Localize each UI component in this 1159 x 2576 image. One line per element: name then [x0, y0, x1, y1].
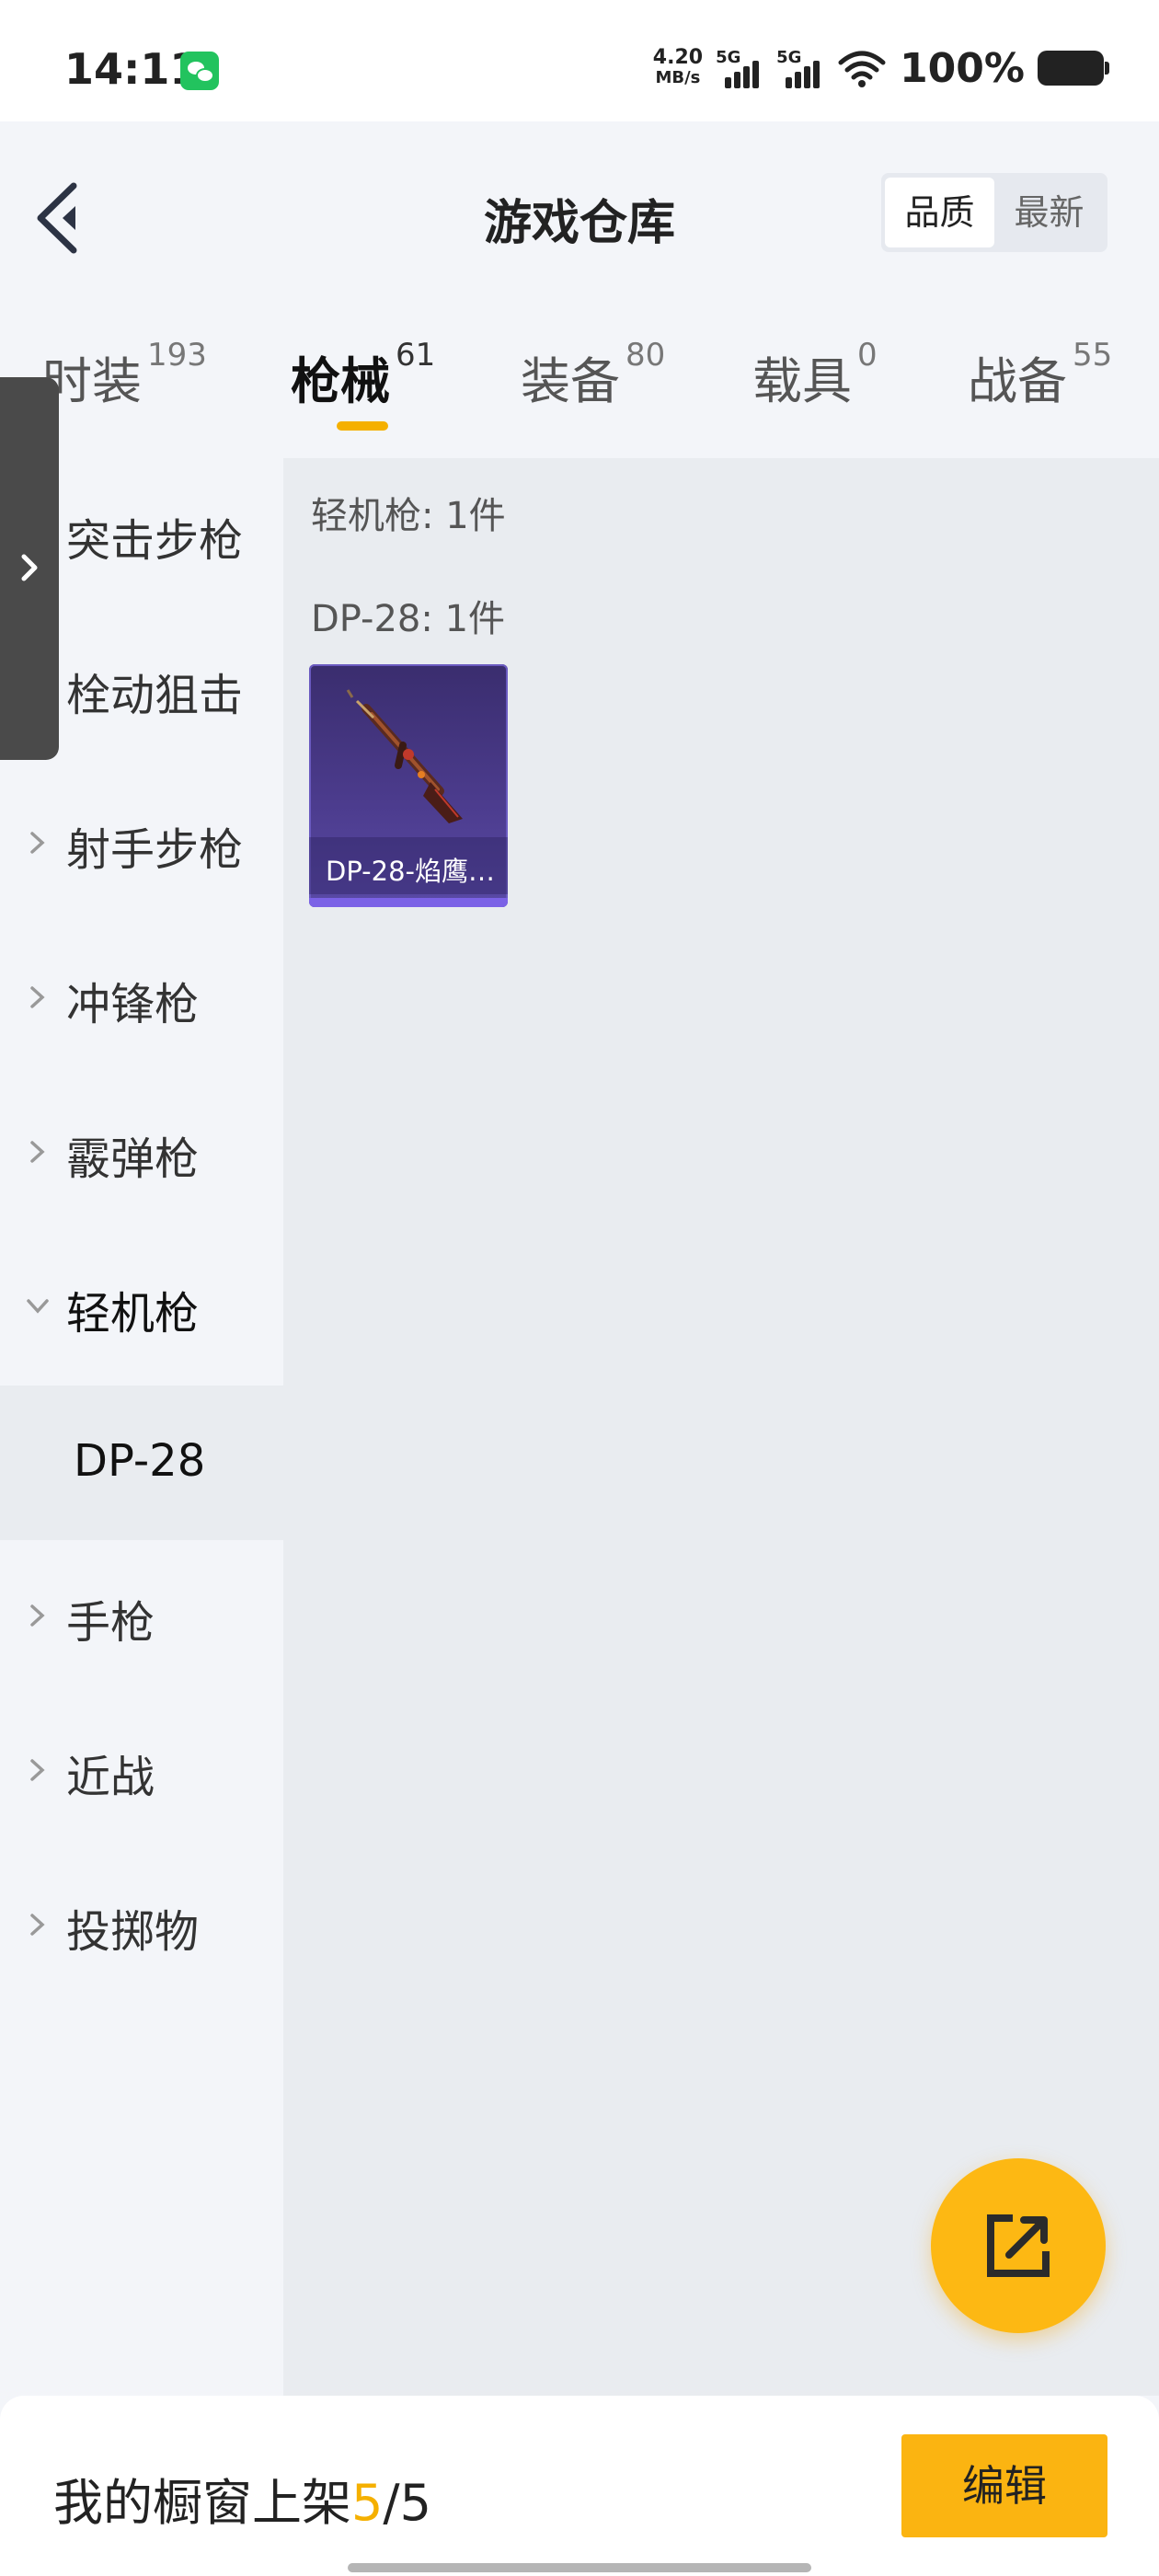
sidebar-subitem-label: DP-28	[74, 1435, 206, 1487]
subgroup-count-label: DP-28: 1件	[311, 598, 506, 640]
sidebar-subitem-dp28[interactable]: DP-28	[0, 1386, 283, 1540]
item-grid-area: 轻机枪: 1件 DP-28: 1件 DP-28-焰鹰…	[283, 458, 1159, 2396]
header: 游戏仓库 品质 最新	[0, 121, 1159, 305]
tab-count: 61	[396, 337, 436, 374]
sidebar-item-shotgun[interactable]: 霰弹枪	[0, 1076, 283, 1231]
rarity-bar	[309, 898, 508, 907]
sidebar-item-melee[interactable]: 近战	[0, 1695, 283, 1849]
showcase-current: 5	[351, 2474, 384, 2532]
tab-count: 0	[857, 337, 878, 374]
status-bar: 14:11 4.20 MB/s 5G 5G 100%	[0, 0, 1159, 121]
signal-type-label: 5G	[716, 48, 741, 67]
sidebar-item-label: 冲锋枪	[66, 979, 200, 1030]
chevron-right-icon	[30, 1914, 45, 1936]
drawer-handle[interactable]	[0, 377, 59, 760]
item-name-bar: DP-28-焰鹰…	[309, 837, 508, 894]
sidebar-item-throwables[interactable]: 投掷物	[0, 1849, 283, 2004]
sidebar-item-label: 手枪	[66, 1597, 155, 1649]
chevron-right-icon	[30, 1141, 45, 1163]
status-time: 14:11	[64, 44, 200, 94]
item-card[interactable]: DP-28-焰鹰…	[309, 664, 508, 907]
tab-fashion[interactable]: 时装 193	[42, 337, 207, 413]
home-indicator[interactable]	[348, 2563, 811, 2572]
sidebar-item-label: 近战	[66, 1752, 155, 1803]
signal-type-label-2: 5G	[776, 48, 802, 67]
category-tabs: 时装 193 枪械 61 装备 80 载具 0 战备 55	[0, 331, 1159, 442]
cellular-signal-icon: 5G	[716, 48, 763, 88]
sidebar-item-marksman-rifle[interactable]: 射手步枪	[0, 767, 283, 922]
showcase-total: 5	[399, 2474, 431, 2532]
wifi-icon	[838, 51, 886, 87]
showcase-sep: /	[383, 2474, 400, 2532]
tab-count: 55	[1073, 337, 1113, 374]
showcase-label: 我的橱窗上架	[53, 2474, 351, 2532]
network-speed-unit: MB/s	[655, 68, 701, 87]
showcase-count-text: 我的橱窗上架5/5	[53, 2462, 431, 2535]
sidebar-item-lmg[interactable]: 轻机枪	[0, 1231, 283, 1386]
bottom-bar: 我的橱窗上架5/5 编辑	[0, 2396, 1159, 2576]
battery-percent: 100%	[900, 44, 1025, 92]
sort-toggle: 品质 最新	[881, 173, 1107, 252]
item-name: DP-28-焰鹰…	[326, 856, 496, 887]
sidebar-item-pistol[interactable]: 手枪	[0, 1540, 283, 1695]
tab-combat-supplies[interactable]: 战备 55	[968, 337, 1113, 413]
sort-quality-button[interactable]: 品质	[885, 178, 994, 247]
chevron-down-icon	[27, 1299, 49, 1314]
status-indicators: 4.20 MB/s 5G 5G 100%	[653, 40, 1109, 96]
tab-label: 装备	[521, 352, 620, 410]
wechat-icon	[180, 52, 219, 90]
chevron-right-icon	[30, 832, 45, 854]
sidebar-item-label: 突击步枪	[66, 515, 244, 567]
tab-count: 80	[625, 337, 666, 374]
tab-label: 载具	[752, 352, 852, 410]
chevron-right-icon	[30, 1759, 45, 1781]
edit-button[interactable]: 编辑	[901, 2434, 1107, 2537]
sidebar-item-label: 栓动狙击	[66, 670, 244, 721]
sidebar-item-smg[interactable]: 冲锋枪	[0, 922, 283, 1076]
network-speed-value: 4.20	[652, 46, 704, 69]
network-speed: 4.20 MB/s	[653, 48, 703, 88]
tab-vehicles[interactable]: 载具 0	[752, 337, 878, 413]
cellular-signal-icon-2: 5G	[776, 48, 824, 88]
sidebar-item-label: 霰弹枪	[66, 1133, 200, 1185]
active-tab-indicator	[337, 421, 388, 431]
battery-icon	[1038, 51, 1109, 86]
sidebar-item-label: 射手步枪	[66, 824, 244, 876]
tab-label: 枪械	[291, 352, 390, 410]
group-count-label: 轻机枪: 1件	[311, 495, 506, 537]
chevron-right-icon	[21, 554, 38, 581]
sort-latest-button[interactable]: 最新	[994, 178, 1104, 247]
sidebar-item-label: 轻机枪	[66, 1288, 200, 1340]
share-fab-button[interactable]	[931, 2158, 1106, 2333]
tab-equipment[interactable]: 装备 80	[521, 337, 666, 413]
share-external-icon	[987, 2214, 1050, 2277]
tab-count: 193	[147, 337, 207, 374]
tab-label: 战备	[968, 352, 1067, 410]
sidebar-item-label: 投掷物	[66, 1906, 200, 1958]
chevron-right-icon	[30, 1604, 45, 1627]
chevron-right-icon	[30, 986, 45, 1008]
gun-skin-image	[346, 689, 463, 823]
tab-firearms[interactable]: 枪械 61	[291, 337, 436, 413]
